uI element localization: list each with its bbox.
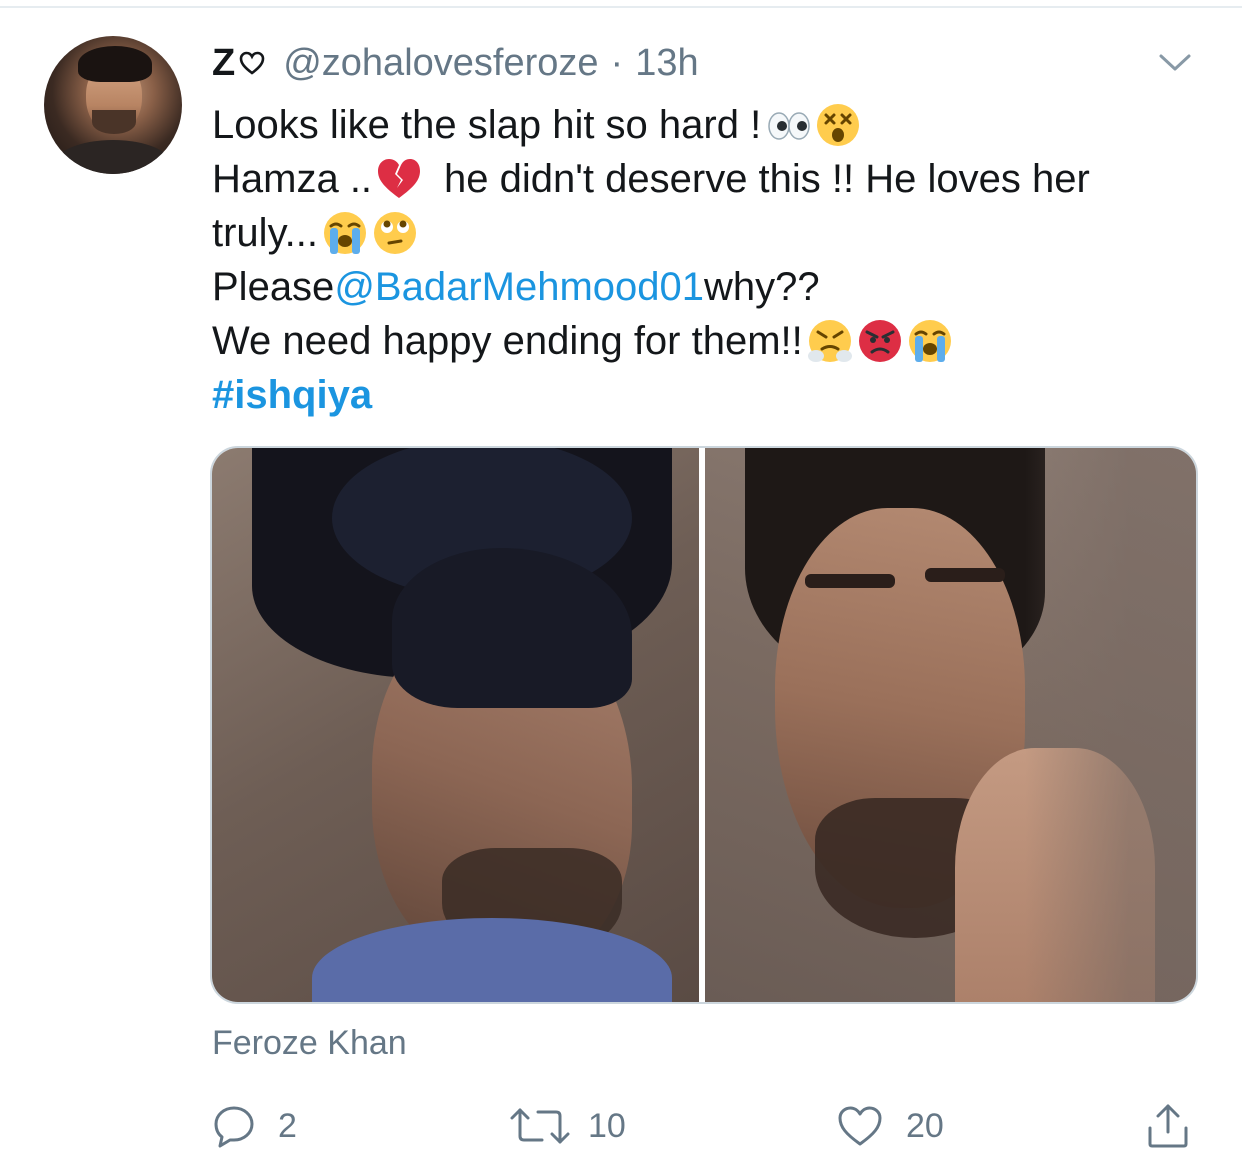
tweet-line-5: We need happy ending for them!! (212, 314, 1212, 368)
like-button[interactable]: 20 (836, 1100, 944, 1152)
media-grid (210, 446, 1198, 1004)
reply-count: 2 (278, 1106, 297, 1145)
tweet-text: Looks like the slap hit so hard ! Hamza … (212, 98, 1212, 422)
timestamp[interactable]: 13h (635, 42, 698, 85)
retweet-count: 10 (588, 1106, 626, 1145)
tweet[interactable]: Z @zohalovesferoze · 13h Looks like the … (0, 0, 1242, 1173)
tweet-line-2: Hamza .. he didn't deserve this !! He lo… (212, 156, 1090, 202)
avatar[interactable] (44, 36, 182, 174)
media-photo-left[interactable] (212, 448, 700, 1002)
tweet-line-4: Please @BadarMehmood01 why?? (212, 260, 1212, 314)
share-icon (1148, 1104, 1188, 1148)
mention-link[interactable]: @BadarMehmood01 (334, 260, 704, 314)
like-count: 20 (906, 1106, 944, 1145)
reply-button[interactable]: 2 (212, 1100, 297, 1152)
triumph-face-emoji-icon (807, 318, 853, 364)
heart-icon (838, 1106, 882, 1146)
handle[interactable]: @zohalovesferoze (283, 42, 598, 85)
loudly-crying-emoji-icon (907, 318, 953, 364)
reply-icon (214, 1106, 254, 1148)
tweet-line-1: Looks like the slap hit so hard ! (212, 98, 1212, 152)
retweet-button[interactable]: 10 (508, 1100, 626, 1152)
tweet-line-6: #ishqiya (212, 368, 1212, 422)
eye-roll-emoji-icon (372, 210, 418, 256)
heart-outline-icon (239, 51, 265, 75)
display-name[interactable]: Z (212, 42, 265, 85)
media-caption[interactable]: Feroze Khan (212, 1024, 407, 1063)
loudly-crying-emoji-icon (322, 210, 368, 256)
tweet-actions: 2 10 20 (212, 1100, 1202, 1152)
dizzy-face-emoji-icon (815, 102, 861, 148)
angry-face-emoji-icon (857, 318, 903, 364)
share-button[interactable] (1146, 1100, 1190, 1152)
eyes-emoji-icon (765, 102, 811, 148)
chevron-down-icon[interactable] (1158, 52, 1192, 74)
separator-dot: · (610, 41, 624, 84)
media-photo-right[interactable] (705, 448, 1196, 1002)
tweet-line-3: truly... (212, 206, 1212, 260)
broken-heart-emoji-icon (376, 156, 422, 202)
hashtag-link[interactable]: #ishqiya (212, 368, 372, 422)
tweet-header: Z @zohalovesferoze · 13h (212, 40, 699, 86)
retweet-icon (510, 1108, 570, 1144)
